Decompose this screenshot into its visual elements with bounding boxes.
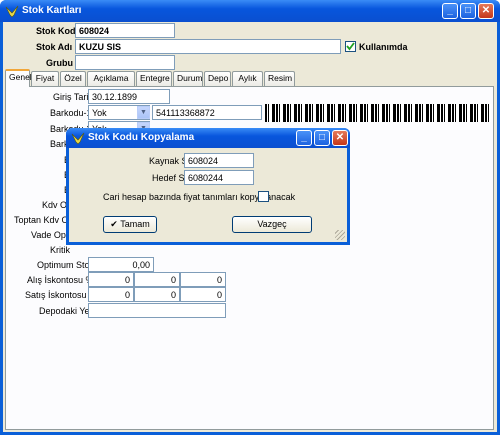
warehouse-location-label: Depodaki Yeri — [39, 306, 95, 316]
dialog-maximize-button[interactable]: □ — [314, 130, 330, 146]
tab-aylik[interactable]: Aylık — [232, 71, 263, 86]
ok-button[interactable]: ✔ Tamam — [103, 216, 157, 233]
close-icon: ✕ — [481, 5, 491, 16]
checkmark-icon: ✔ — [110, 219, 121, 229]
sales-discount-1[interactable]: 0 — [88, 287, 134, 302]
group-input[interactable] — [75, 55, 175, 70]
stock-name-input[interactable]: KUZU SIS — [75, 39, 341, 54]
window-title: Stok Kartları — [22, 5, 82, 16]
maximize-icon: □ — [318, 132, 326, 143]
cancel-button[interactable]: Vazgeç — [232, 216, 312, 233]
tab-resim[interactable]: Resim — [264, 71, 295, 86]
stock-code-input[interactable]: 608024 — [75, 23, 175, 38]
tab-durum[interactable]: Durum — [173, 71, 203, 86]
maximize-button[interactable]: □ — [460, 3, 476, 19]
tab-fiyat[interactable]: Fiyat — [31, 71, 59, 86]
app-bird-icon — [5, 5, 19, 18]
in-use-checkbox[interactable] — [345, 41, 356, 52]
stock-name-label: Stok Adı — [36, 42, 73, 52]
optimum-stock-label: Optimum Stok — [37, 260, 95, 270]
checkmark-icon — [346, 42, 355, 51]
source-code-input[interactable]: 608024 — [184, 153, 254, 168]
purchase-discount-2[interactable]: 0 — [134, 272, 180, 287]
barcode1-label: Barkodu-1 — [50, 108, 92, 118]
sales-discount-2[interactable]: 0 — [134, 287, 180, 302]
resize-grip[interactable] — [335, 230, 345, 240]
close-button[interactable]: ✕ — [478, 3, 494, 19]
wholesale-vat-label: Toptan Kdv Or — [14, 215, 72, 225]
copy-dialog: Stok Kodu Kopyalama _ □ ✕ Kaynak Stok Ko… — [66, 128, 350, 245]
group-label: Grubu — [46, 58, 73, 68]
purchase-discount-3[interactable]: 0 — [180, 272, 226, 287]
barcode-image — [265, 104, 491, 122]
sales-discount-3[interactable]: 0 — [180, 287, 226, 302]
dialog-title: Stok Kodu Kopyalama — [88, 132, 195, 143]
copy-prices-checkbox[interactable] — [258, 191, 269, 202]
dialog-close-button[interactable]: ✕ — [332, 130, 348, 146]
dialog-client: Kaynak Stok Kodu 608024 Hedef Stok Kodu … — [69, 148, 347, 242]
purchase-discount-label: Alış İskontosu % — [27, 275, 94, 285]
tab-depo[interactable]: Depo — [204, 71, 231, 86]
tab-aciklama[interactable]: Açıklama — [87, 71, 135, 86]
warehouse-location-input[interactable] — [88, 303, 226, 318]
minimize-button[interactable]: _ — [442, 3, 458, 19]
dialog-title-bar[interactable]: Stok Kodu Kopyalama _ □ ✕ — [66, 128, 350, 148]
target-code-input[interactable]: 6080244 — [184, 170, 254, 185]
minimize-icon: _ — [447, 5, 453, 16]
barcode1-input[interactable]: 541113368872 — [152, 105, 262, 120]
ok-button-label: Tamam — [120, 219, 150, 229]
optimum-stock-input[interactable]: 0,00 — [88, 257, 154, 272]
maximize-icon: □ — [464, 5, 472, 16]
minimize-icon: _ — [301, 132, 307, 143]
entry-date-input[interactable]: 30.12.1899 — [88, 89, 170, 104]
close-icon: ✕ — [335, 132, 345, 143]
tab-entegre[interactable]: Entegre — [136, 71, 172, 86]
purchase-discount-1[interactable]: 0 — [88, 272, 134, 287]
title-bar[interactable]: Stok Kartları _ □ ✕ — [0, 0, 500, 22]
tab-genel[interactable]: Genel — [5, 69, 32, 87]
sales-discount-label: Satış İskontosu % — [25, 290, 98, 300]
in-use-label: Kullanımda — [359, 42, 408, 52]
dialog-minimize-button[interactable]: _ — [296, 130, 312, 146]
app-bird-icon — [71, 132, 85, 145]
chevron-down-icon[interactable]: ▼ — [137, 106, 150, 119]
critical-label: Kritik — [50, 245, 70, 255]
tab-ozel[interactable]: Özel — [60, 71, 86, 86]
